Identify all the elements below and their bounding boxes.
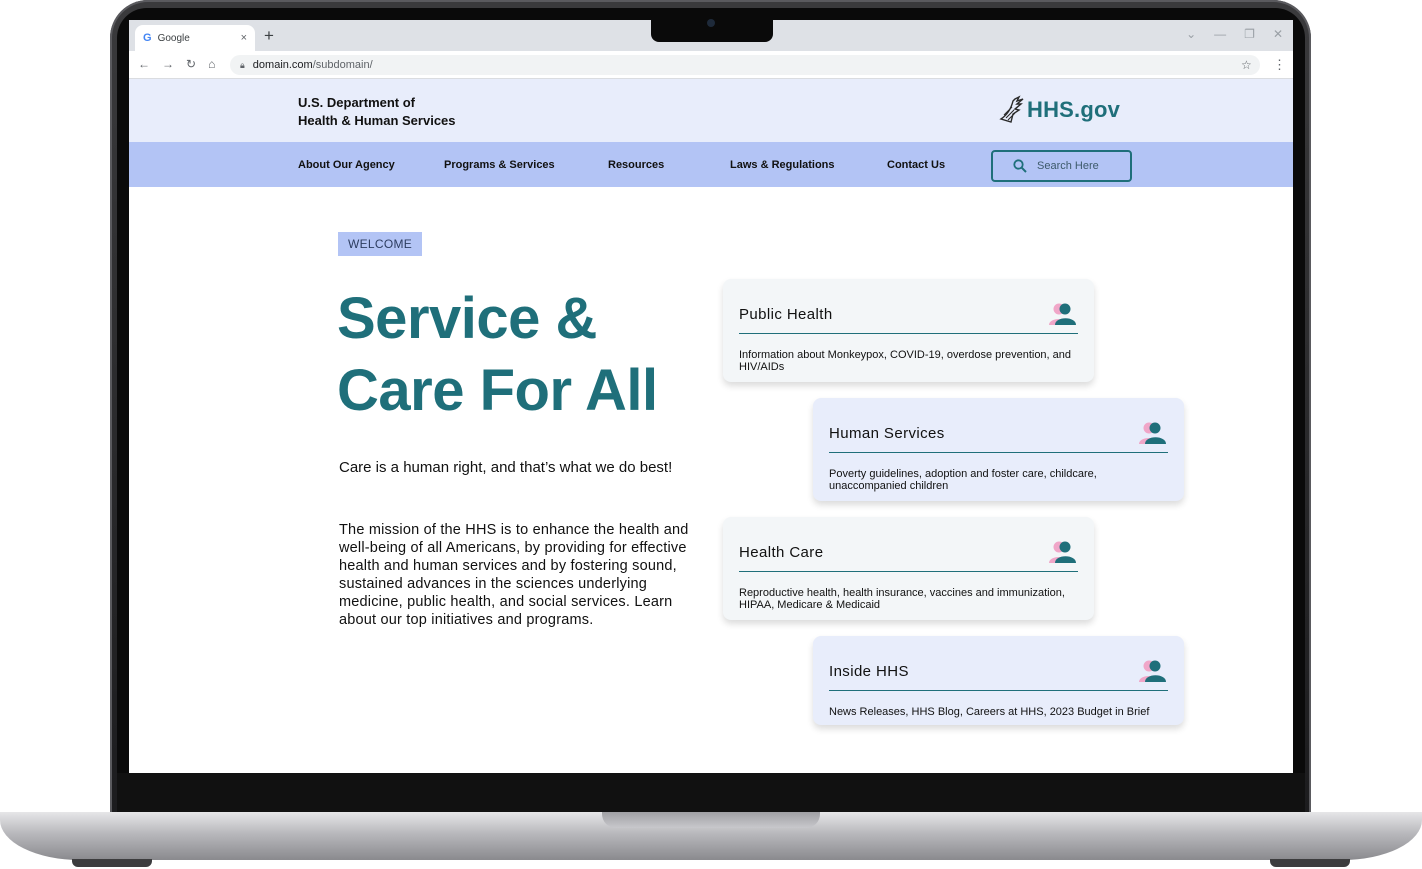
card-description: News Releases, HHS Blog, Careers at HHS,… [829,706,1150,718]
laptop-foot-left [72,859,152,867]
laptop-foot-right [1270,859,1350,867]
nav-contact[interactable]: Contact Us [887,159,945,171]
star-icon[interactable]: ☆ [1241,58,1252,72]
laptop-opening-notch [602,812,820,828]
department-name[interactable]: U.S. Department of Health & Human Servic… [298,94,456,130]
hero-title-line-2: Care For All [337,358,658,423]
forward-icon[interactable]: → [162,57,174,71]
url-domain: domain.com [252,59,313,71]
card-description: Reproductive health, health insurance, v… [739,587,1065,611]
card-header: Health Care [739,539,1078,572]
google-favicon-icon: G [143,32,152,44]
nav-buttons: ← → ↻ ⌂ [138,57,215,71]
browser-tab[interactable]: G Google × [135,25,255,51]
minimize-icon[interactable]: — [1214,27,1226,41]
browser-window: G Google × + ⌄ — ❐ ✕ ← → ↻ ⌂ 🔒︎ domain.c… [129,20,1293,773]
camera-icon [707,19,715,27]
main-nav: About Our Agency Programs & Services Res… [129,142,1293,187]
search-icon [1013,159,1027,173]
card-description: Information about Monkeypox, COVID-19, o… [739,349,1072,373]
card-public-health[interactable]: Public Health Information about Monkeypo… [723,279,1094,382]
nav-about[interactable]: About Our Agency [298,159,395,171]
people-icon [1139,422,1166,444]
people-icon [1049,541,1076,563]
lock-icon: 🔒︎ [240,59,245,70]
card-header: Public Health [739,301,1078,334]
laptop-mockup: G Google × + ⌄ — ❐ ✕ ← → ↻ ⌂ 🔒︎ domain.c… [0,0,1422,869]
address-toolbar: ← → ↻ ⌂ 🔒︎ domain.com/subdomain/ ☆ ⋮ [129,51,1293,79]
new-tab-button[interactable]: + [264,26,274,46]
mission-statement: The mission of the HHS is to enhance the… [339,522,689,628]
tab-title: Google [157,32,190,44]
window-controls: ⌄ — ❐ ✕ [1186,27,1283,41]
hero-tagline: Care is a human right, and that’s what w… [339,459,673,476]
card-title: Human Services [829,424,945,442]
card-title: Public Health [739,305,833,323]
dept-line-2: Health & Human Services [298,113,456,128]
close-tab-icon[interactable]: × [241,32,247,44]
card-header: Inside HHS [829,658,1168,691]
menu-icon[interactable]: ⋮ [1273,57,1286,73]
url-bar[interactable]: 🔒︎ domain.com/subdomain/ [230,55,1260,75]
people-icon [1049,303,1076,325]
laptop-chin [117,773,1305,813]
home-icon[interactable]: ⌂ [208,57,215,71]
welcome-badge: WELCOME [338,232,423,256]
eagle-icon [999,95,1024,123]
card-title: Inside HHS [829,662,909,680]
search-input[interactable]: Search Here [991,150,1132,182]
hhs-logo[interactable]: HHS.gov [999,95,1120,125]
logo-text: HHS.gov [1027,97,1121,122]
url-path: /subdomain/ [312,59,373,71]
card-human-services[interactable]: Human Services Poverty guidelines, adopt… [813,398,1184,501]
nav-programs[interactable]: Programs & Services [444,159,555,171]
site-header: U.S. Department of Health & Human Servic… [129,79,1293,142]
search-placeholder: Search Here [1037,160,1099,172]
close-window-icon[interactable]: ✕ [1273,27,1283,41]
nav-laws[interactable]: Laws & Regulations [730,159,835,171]
restore-icon[interactable]: ❐ [1244,27,1255,41]
card-title: Health Care [739,543,824,561]
dept-line-1: U.S. Department of [298,95,416,110]
hero-title: Service & Care For All [337,283,717,427]
people-icon [1139,660,1166,682]
back-icon[interactable]: ← [138,57,150,71]
chevron-down-icon[interactable]: ⌄ [1186,27,1196,41]
hero-title-line-1: Service & [337,286,597,351]
reload-icon[interactable]: ↻ [186,57,196,71]
card-health-care[interactable]: Health Care Reproductive health, health … [723,517,1094,620]
card-header: Human Services [829,420,1168,453]
card-description: Poverty guidelines, adoption and foster … [829,468,1097,492]
nav-resources[interactable]: Resources [608,159,664,171]
card-inside-hhs[interactable]: Inside HHS News Releases, HHS Blog, Care… [813,636,1184,725]
